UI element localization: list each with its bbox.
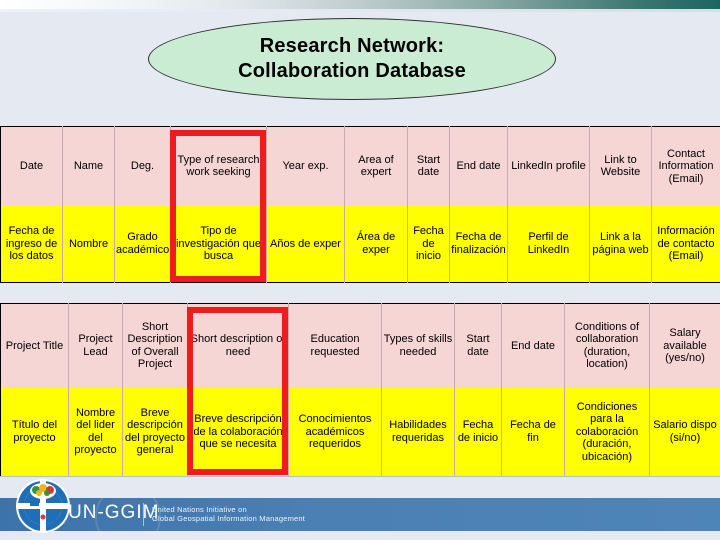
footer-subtitle-line1: United Nations Initiative on: [152, 505, 247, 514]
t2-header-es-end-date: Fecha de fin: [501, 387, 565, 477]
t1-header-research-type: Type of research work seeking: [170, 126, 267, 206]
t2-header-es-project-description: Breve descripción del proyecto general: [122, 387, 188, 477]
t1-header-start-date: Start date: [407, 126, 450, 206]
top-gradient-bar: [0, 0, 720, 9]
footer-divider-line: [0, 476, 720, 477]
page-title-line2: Collaboration Database: [238, 60, 466, 82]
t2-header-es-need-description: Breve descripción de la colaboración que…: [187, 387, 289, 477]
t1-header-es-degree: Grado académico: [114, 205, 171, 283]
t1-header-es-end-date: Fecha de finalización: [449, 205, 508, 283]
un-ggim-logo-icon: [16, 479, 70, 533]
t2-header-need-description: Short description of need: [187, 303, 289, 388]
researcher-table: Date Name Deg. Type of research work see…: [0, 126, 720, 283]
t1-header-es-name: Nombre: [62, 205, 115, 283]
t1-header-degree: Deg.: [114, 126, 171, 206]
project-table: Project Title Project Lead Short Descrip…: [0, 303, 720, 477]
t1-header-es-area-expertise: Área de exper: [344, 205, 408, 283]
t1-header-es-website-link: Link a la página web: [589, 205, 652, 283]
t1-header-es-start-date: Fecha de inicio: [407, 205, 450, 283]
t2-header-es-salary-available: Salario dispo (si/no): [649, 387, 720, 477]
t1-header-es-research-type: Tipo de investigación que busca: [170, 205, 267, 283]
slide-title-ellipse: Research Network: Collaboration Database: [148, 18, 556, 100]
t1-header-contact-info: Contact Information (Email): [651, 126, 720, 206]
t2-header-es-project-title: Título del proyecto: [0, 387, 69, 477]
table-row-headers-en: Project Title Project Lead Short Descrip…: [0, 303, 720, 388]
footer-brand-divider: [143, 503, 144, 526]
t2-header-end-date: End date: [501, 303, 565, 388]
t1-header-linkedin-profile: LinkedIn profile: [507, 126, 590, 206]
table-row-headers-es: Fecha de ingreso de los datos Nombre Gra…: [0, 205, 720, 283]
t2-header-salary-available: Salary available (yes/no): [649, 303, 720, 388]
t1-header-end-date: End date: [449, 126, 508, 206]
top-bar-shadow: [0, 9, 720, 12]
t1-header-es-years-experience: Años de exper: [266, 205, 345, 283]
t1-header-years-experience: Year exp.: [266, 126, 345, 206]
t2-header-es-skills-needed: Habilidades requeridas: [381, 387, 455, 477]
t1-header-website-link: Link to Website: [589, 126, 652, 206]
t1-header-area-expertise: Area of expert: [344, 126, 408, 206]
t1-header-es-date: Fecha de ingreso de los datos: [0, 205, 63, 283]
t2-header-start-date: Start date: [454, 303, 502, 388]
t2-header-education-requested: Education requested: [288, 303, 382, 388]
footer-subtitle: United Nations Initiative on Global Geos…: [152, 505, 305, 523]
t2-header-project-lead: Project Lead: [68, 303, 123, 388]
t2-header-project-description: Short Description of Overall Project: [122, 303, 188, 388]
page-title-line1: Research Network:: [259, 35, 445, 57]
t1-header-es-linkedin-profile: Perfil de LinkedIn: [507, 205, 590, 283]
t2-header-es-start-date: Fecha de inicio: [454, 387, 502, 477]
table-row-headers-en: Date Name Deg. Type of research work see…: [0, 126, 720, 206]
t1-header-es-contact-info: Información de contacto (Email): [651, 205, 720, 283]
t1-header-name: Name: [62, 126, 115, 206]
t2-header-project-title: Project Title: [0, 303, 69, 388]
t2-header-skills-needed: Types of skills needed: [381, 303, 455, 388]
t2-header-es-education-requested: Conocimientos académicos requeridos: [288, 387, 382, 477]
table-row-headers-es: Título del proyecto Nombre del lider del…: [0, 387, 720, 477]
footer-subtitle-line2: Global Geospatial Information Management: [152, 514, 306, 523]
t2-header-es-project-lead: Nombre del lider del proyecto: [68, 387, 123, 477]
footer-brand-label: UN-GGIM: [68, 502, 160, 523]
t2-header-es-collaboration-conditions: Condiciones para la colaboración (duraci…: [564, 387, 650, 477]
t2-header-collaboration-conditions: Conditions of collaboration (duration, l…: [564, 303, 650, 388]
t1-header-date: Date: [0, 126, 63, 206]
